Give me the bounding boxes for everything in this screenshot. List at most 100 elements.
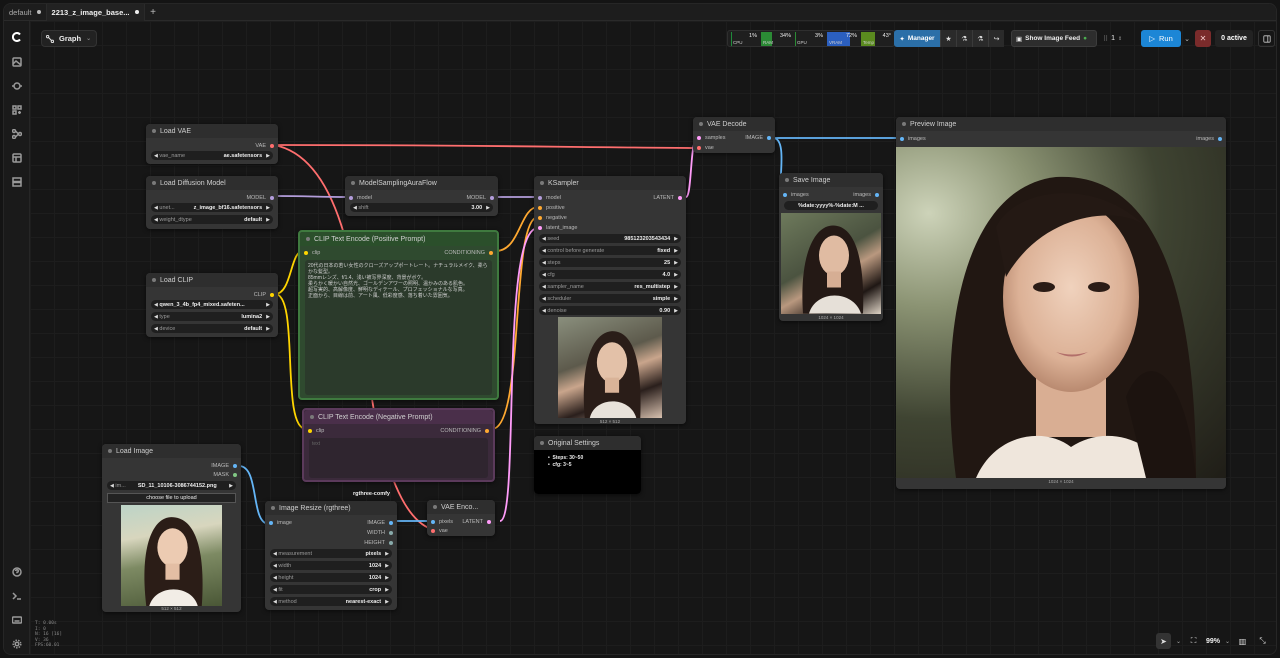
manager-button[interactable]: ✦ Manager: [894, 30, 940, 47]
keyboard-icon[interactable]: [9, 612, 25, 628]
output-slot[interactable]: CONDITIONING: [440, 426, 489, 435]
widget-combo[interactable]: ◀ qwen_3_4b_fp4_mixed.safeten... ▶: [151, 300, 273, 309]
output-slot[interactable]: CONDITIONING: [444, 248, 493, 257]
input-slot[interactable]: model: [349, 193, 372, 202]
input-slot[interactable]: latent_image: [538, 223, 578, 232]
output-slot[interactable]: MODEL: [466, 193, 494, 202]
saved-image-thumbnail[interactable]: [781, 213, 881, 314]
tab-default[interactable]: default: [4, 4, 47, 21]
chevron-down-icon[interactable]: ⌄: [1176, 638, 1181, 645]
images-icon[interactable]: [9, 54, 25, 70]
node-vae-encode[interactable]: VAE Enco... pixels LATENT vae: [427, 500, 495, 536]
minimap-icon[interactable]: ▥: [1235, 633, 1250, 649]
input-slot[interactable]: positive: [538, 203, 565, 212]
output-slot[interactable]: VAE: [255, 141, 274, 150]
widget-fit[interactable]: ◀ fit crop ▶: [270, 585, 392, 594]
prompt-textarea[interactable]: 20代の日本の若い女性のクローズアップポートレート。ナチュラルメイク、柔らかな髪…: [305, 260, 492, 395]
active-queue-button[interactable]: 0 active: [1215, 30, 1253, 47]
node-model-sampling-aura-flow[interactable]: ModelSamplingAuraFlow model MODEL ◀ shif…: [345, 176, 498, 216]
widget-combo[interactable]: ◀ device default ▶: [151, 324, 273, 333]
negative-prompt-textarea[interactable]: text: [309, 438, 488, 478]
widget-seed[interactable]: ◀ seed 985123203543434 ▶: [539, 234, 681, 243]
output-slot[interactable]: MODEL: [246, 193, 274, 202]
show-image-feed-button[interactable]: ▣ Show Image Feed ●: [1011, 30, 1097, 47]
node-title[interactable]: ModelSamplingAuraFlow: [345, 176, 498, 190]
upload-button[interactable]: choose file to upload: [107, 493, 236, 503]
filename-prefix-field[interactable]: %date:yyyy%-%date:M ...: [784, 201, 878, 210]
widget-cfg[interactable]: ◀ cfg 4.0 ▶: [539, 270, 681, 279]
widget-steps[interactable]: ◀ steps 25 ▶: [539, 258, 681, 267]
node-title[interactable]: Load Diffusion Model: [146, 176, 278, 190]
terminal-icon[interactable]: [9, 588, 25, 604]
node-ksampler[interactable]: KSampler model LATENT positive negative …: [534, 176, 686, 424]
run-button[interactable]: ▷ Run: [1141, 30, 1181, 47]
add-tab-button[interactable]: +: [145, 7, 162, 18]
node-title[interactable]: Preview Image: [896, 117, 1226, 131]
widget-scheduler[interactable]: ◀ scheduler simple ▶: [539, 294, 681, 303]
node-title[interactable]: Save Image: [779, 173, 883, 187]
input-slot[interactable]: vae: [431, 526, 448, 535]
preview-image-thumbnail[interactable]: [558, 317, 662, 418]
queue-icon[interactable]: [9, 174, 25, 190]
flask-icon[interactable]: ⚗: [956, 30, 972, 47]
input-image-thumbnail[interactable]: [121, 505, 222, 606]
node-title[interactable]: Load CLIP: [146, 273, 278, 287]
node-title[interactable]: VAE Enco...: [427, 500, 495, 514]
widget-width[interactable]: ◀ width 1024 ▶: [270, 561, 392, 570]
output-slot[interactable]: MASK: [213, 470, 237, 479]
graph-canvas[interactable]: Graph ⌄ CPU 1% RAM 34% GPU 3% VRAM 72% T…: [30, 21, 1276, 654]
widget-combo[interactable]: ◀ type lumina2 ▶: [151, 312, 273, 321]
output-slot[interactable]: images: [853, 190, 879, 199]
star-icon[interactable]: ★: [940, 30, 956, 47]
select-pointer-icon[interactable]: ➤: [1156, 633, 1171, 649]
settings-gear-icon[interactable]: [9, 636, 25, 652]
widget-method[interactable]: ◀ method nearest-exact ▶: [270, 597, 392, 606]
node-title[interactable]: Load Image: [102, 444, 241, 458]
node-load-vae[interactable]: Load VAE VAE ◀ vae_name ae.safetensors ▶: [146, 124, 278, 164]
output-slot[interactable]: IMAGE: [745, 133, 771, 142]
input-slot[interactable]: image: [269, 518, 292, 527]
node-load-clip[interactable]: Load CLIP CLIP ◀ qwen_3_4b_fp4_mixed.saf…: [146, 273, 278, 337]
widget-number[interactable]: ◀ shift 3.00 ▶: [350, 203, 493, 212]
queue-count-control[interactable]: ⠿ 1 ⇕: [1103, 30, 1139, 47]
node-load-diffusion-model[interactable]: Load Diffusion Model MODEL ◀ unet... z_im…: [146, 176, 278, 229]
input-slot[interactable]: negative: [538, 213, 567, 222]
widget-combo[interactable]: ◀ vae_name ae.safetensors ▶: [151, 151, 273, 160]
output-slot[interactable]: LATENT: [462, 517, 491, 526]
input-slot[interactable]: images: [783, 190, 809, 199]
widget-sampler[interactable]: ◀ sampler_name res_multistep ▶: [539, 282, 681, 291]
node-title[interactable]: KSampler: [534, 176, 686, 190]
output-slot[interactable]: CLIP: [254, 290, 274, 299]
toggle-panel-icon[interactable]: [1258, 30, 1275, 47]
input-slot[interactable]: model: [538, 193, 561, 202]
output-slot[interactable]: images: [1196, 134, 1222, 143]
tab-workflow[interactable]: 2213_z_image_base...: [46, 4, 145, 21]
node-original-settings[interactable]: Original Settings • Steps: 30~50 • cfg: …: [534, 436, 641, 494]
image-file-combo[interactable]: ◀ im... SD_11_10106-3086744152.png ▶: [107, 481, 236, 490]
zoom-level[interactable]: 99%: [1206, 638, 1220, 645]
run-options-chevron-icon[interactable]: ⌄: [1182, 30, 1192, 47]
node-vae-decode[interactable]: VAE Decode samples IMAGE vae: [693, 117, 775, 153]
node-title[interactable]: CLIP Text Encode (Positive Prompt): [300, 232, 497, 246]
input-slot[interactable]: clip: [304, 248, 320, 257]
node-title[interactable]: CLIP Text Encode (Negative Prompt): [304, 410, 493, 424]
templates-icon[interactable]: [9, 150, 25, 166]
widget-denoise[interactable]: ◀ denoise 0.90 ▶: [539, 306, 681, 315]
link-visibility-icon[interactable]: ⤡: [1255, 633, 1270, 649]
widget-combo[interactable]: ◀ unet... z_image_bf16.safetensors ▶: [151, 203, 273, 212]
input-slot[interactable]: samples: [697, 133, 725, 142]
fit-view-icon[interactable]: ⛶: [1186, 633, 1201, 649]
share-icon[interactable]: ↪: [988, 30, 1004, 47]
node-load-image[interactable]: Load Image IMAGE MASK ◀ im... SD_11_10106…: [102, 444, 241, 612]
node-clip-text-encode-negative[interactable]: CLIP Text Encode (Negative Prompt) clip …: [302, 408, 495, 482]
graph-mode-button[interactable]: Graph ⌄: [41, 30, 97, 47]
workflows-icon[interactable]: [9, 126, 25, 142]
node-save-image[interactable]: Save Image images images %date:yyyy%-%da…: [779, 173, 883, 321]
widget-height[interactable]: ◀ height 1024 ▶: [270, 573, 392, 582]
comfy-logo-icon[interactable]: [9, 29, 25, 45]
node-preview-image[interactable]: Preview Image images images 1024 × 1024: [896, 117, 1226, 489]
flask-alt-icon[interactable]: ⚗: [972, 30, 988, 47]
cancel-run-button[interactable]: ✕: [1195, 30, 1211, 47]
input-slot[interactable]: pixels: [431, 517, 453, 526]
input-slot[interactable]: images: [900, 134, 926, 143]
